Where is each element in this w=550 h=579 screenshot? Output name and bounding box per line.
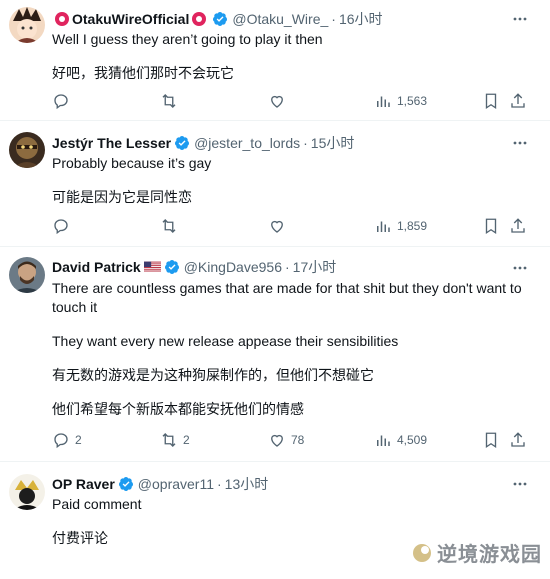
timestamp[interactable]: 17小时 (293, 257, 337, 277)
tweet-header: Jestýr The Lesser @jester_to_lords · 15小… (52, 133, 510, 153)
display-name[interactable]: Jestýr The Lesser (52, 135, 171, 151)
tweet-text: There are countless games that are made … (52, 279, 528, 426)
user-handle[interactable]: @jester_to_lords (194, 135, 300, 151)
retweet-button[interactable] (160, 92, 178, 110)
tweet-line: 好吧，我猜他们那时不会玩它 (52, 65, 234, 81)
reply-button[interactable] (52, 92, 70, 110)
bookmark-button[interactable] (482, 92, 500, 110)
separator: · (285, 259, 290, 275)
more-options-icon[interactable] (512, 260, 528, 276)
display-name[interactable]: OtakuWireOfficial (72, 11, 189, 27)
tweet-text: Well I guess they aren’t going to play i… (52, 30, 528, 90)
timestamp[interactable]: 13小时 (225, 474, 269, 494)
separator: · (331, 11, 336, 27)
display-name[interactable]: David Patrick (52, 259, 141, 275)
reply-count: 2 (75, 433, 82, 447)
reply-button[interactable]: 2 (52, 431, 82, 449)
red-badge-icon (192, 12, 207, 26)
red-badge-icon (55, 12, 69, 26)
bookmark-icon (485, 432, 497, 449)
retweet-icon (162, 433, 176, 447)
views-bar-chart-icon (377, 435, 390, 446)
tweet-line: Probably because it’s gay (52, 155, 212, 171)
tweet[interactable]: Jestýr The Lesser @jester_to_lords · 15小… (0, 121, 550, 247)
tweet-line: Paid comment (52, 496, 142, 512)
heart-icon (271, 434, 283, 447)
user-handle[interactable]: @Otaku_Wire_ (232, 11, 328, 27)
heart-icon (271, 95, 283, 108)
display-name[interactable]: OP Raver (52, 476, 115, 492)
reply-icon (54, 219, 68, 235)
views-count[interactable]: 4,509 (374, 431, 427, 449)
share-button[interactable] (509, 217, 527, 235)
retweet-button[interactable] (160, 217, 178, 235)
reply-icon (54, 433, 68, 449)
tweet-header: OtakuWireOfficial @Otaku_Wire_ · 16小时 (52, 9, 510, 29)
tweet[interactable]: OP Raver @opraver11 · 13小时 Paid comment … (0, 462, 550, 579)
bookmark-icon (485, 218, 497, 235)
verified-badge-icon (164, 260, 179, 274)
verified-badge-icon (213, 12, 228, 26)
tweet-line: 他们希望每个新版本都能安抚他们的情感 (52, 401, 304, 417)
tweet-line: 有无数的游戏是为这种狗屎制作的，但他们不想碰它 (52, 367, 374, 383)
tweet-line: Well I guess they aren’t going to play i… (52, 31, 323, 47)
bookmark-icon (485, 93, 497, 110)
avatar[interactable] (9, 7, 45, 43)
views-count[interactable]: 1,563 (374, 92, 427, 110)
verified-badge-icon (175, 136, 190, 150)
tweet[interactable]: David Patrick @KingDave956 · 17小时 There … (0, 247, 550, 462)
like-button[interactable]: 78 (268, 431, 304, 449)
share-icon (511, 432, 525, 447)
bookmark-button[interactable] (482, 217, 500, 235)
more-options-icon[interactable] (512, 476, 528, 492)
views-bar-chart-icon (377, 96, 390, 107)
retweet-icon (162, 94, 176, 108)
share-button[interactable] (509, 92, 527, 110)
views-count[interactable]: 1,859 (374, 217, 427, 235)
action-bar: 1,859 (52, 217, 528, 237)
tweet-line: They want every new release appease thei… (52, 333, 399, 349)
timestamp[interactable]: 15小时 (311, 133, 355, 153)
views-label: 1,859 (397, 219, 428, 233)
separator: · (217, 476, 222, 492)
like-count: 78 (291, 433, 305, 447)
timestamp[interactable]: 16小时 (339, 9, 383, 29)
action-bar: 1,563 (52, 92, 528, 112)
heart-icon (271, 220, 283, 233)
share-icon (511, 93, 525, 108)
avatar[interactable] (9, 474, 45, 510)
tweet-header: David Patrick @KingDave956 · 17小时 (52, 257, 510, 277)
avatar[interactable] (9, 132, 45, 168)
bookmark-button[interactable] (482, 431, 500, 449)
action-bar: 2 2 78 4,509 (52, 431, 528, 451)
us-flag-icon (143, 261, 161, 273)
share-button[interactable] (509, 431, 527, 449)
views-bar-chart-icon (377, 221, 390, 232)
views-label: 1,563 (397, 94, 428, 108)
more-options-icon[interactable] (512, 135, 528, 151)
tweet[interactable]: OtakuWireOfficial @Otaku_Wire_ · 16小时 We… (0, 0, 550, 121)
reply-button[interactable] (52, 217, 70, 235)
watermark: 逆境游戏园 (411, 538, 542, 567)
like-button[interactable] (268, 92, 286, 110)
watermark-logo-icon (413, 543, 431, 562)
like-button[interactable] (268, 217, 286, 235)
tweet-text: Probably because it’s gay 可能是因为它是同性恋 (52, 154, 528, 214)
more-options-icon[interactable] (512, 11, 528, 27)
retweet-button[interactable]: 2 (160, 431, 190, 449)
user-handle[interactable]: @opraver11 (138, 476, 214, 492)
views-label: 4,509 (397, 433, 428, 447)
verified-badge-icon (118, 477, 133, 491)
user-handle[interactable]: @KingDave956 (184, 259, 282, 275)
retweet-count: 2 (183, 433, 190, 447)
share-icon (511, 218, 525, 233)
avatar[interactable] (9, 257, 45, 293)
retweet-icon (162, 219, 176, 233)
tweet-line: 可能是因为它是同性恋 (52, 189, 192, 205)
reply-icon (54, 94, 68, 110)
tweet-header: OP Raver @opraver11 · 13小时 (52, 474, 510, 494)
tweet-line: There are countless games that are made … (52, 280, 522, 315)
separator: · (303, 135, 308, 151)
watermark-text: 逆境游戏园 (437, 544, 542, 566)
